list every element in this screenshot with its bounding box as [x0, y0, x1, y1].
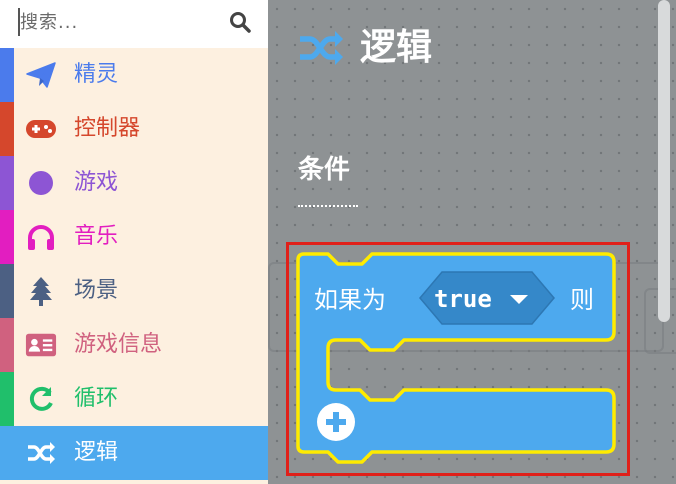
category-game[interactable]: 游戏 [0, 156, 268, 210]
search-bar [0, 0, 268, 48]
shuffle-icon [300, 31, 343, 65]
section-label: 条件 [298, 155, 351, 185]
category-color-bar [0, 48, 14, 102]
category-color-bar [0, 264, 14, 318]
flyout-title: 逻辑 [360, 27, 433, 68]
search-icon[interactable] [228, 10, 252, 34]
tree-icon [25, 276, 57, 306]
gamepad-icon [25, 114, 57, 144]
category-sprites[interactable]: 精灵 [0, 48, 268, 102]
toolbox-sidebar: 精灵 控制器 游戏 音乐 场景 游戏信息 [0, 0, 268, 484]
category-label: 游戏信息 [74, 332, 163, 357]
refresh-icon [25, 384, 57, 414]
shuffle-icon [25, 438, 57, 468]
category-label: 音乐 [74, 224, 119, 249]
category-scene[interactable]: 场景 [0, 264, 268, 318]
category-label: 精灵 [74, 62, 119, 87]
section-divider [298, 205, 358, 207]
paper-plane-icon [25, 60, 57, 90]
category-label: 游戏 [74, 170, 119, 195]
category-label: 控制器 [74, 116, 141, 141]
category-music[interactable]: 音乐 [0, 210, 268, 264]
category-controller[interactable]: 控制器 [0, 102, 268, 156]
headphones-icon [25, 222, 57, 252]
category-color-bar [0, 372, 14, 426]
category-logic[interactable]: 逻辑 [0, 426, 268, 480]
highlight-annotation [286, 242, 630, 476]
category-label: 场景 [74, 278, 119, 303]
category-color-bar [0, 210, 14, 264]
circle-icon [25, 168, 57, 198]
flyout-scrollbar[interactable] [658, 0, 670, 322]
category-color-bar [0, 102, 14, 156]
category-color-bar [0, 318, 14, 372]
search-input[interactable] [18, 8, 220, 36]
category-label: 逻辑 [74, 440, 119, 465]
category-color-bar [0, 156, 14, 210]
category-game-info[interactable]: 游戏信息 [0, 318, 268, 372]
category-label: 循环 [74, 386, 119, 411]
id-card-icon [25, 330, 57, 360]
category-loops[interactable]: 循环 [0, 372, 268, 426]
